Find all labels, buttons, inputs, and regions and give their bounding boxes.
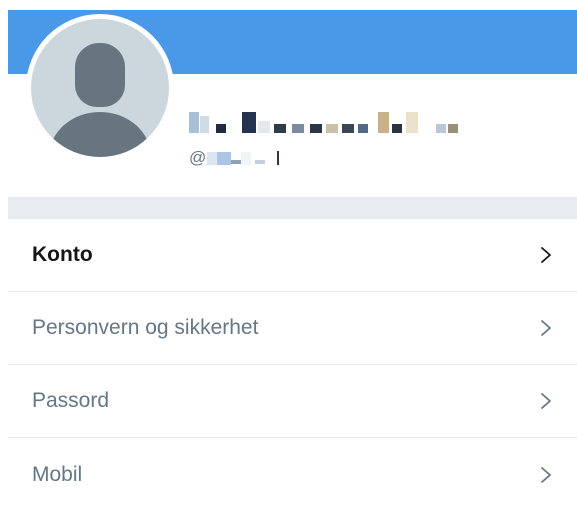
username-handle: @ bbox=[189, 146, 280, 170]
menu-item-personvern[interactable]: Personvern og sikkerhet bbox=[8, 292, 577, 365]
section-divider bbox=[8, 197, 577, 219]
chevron-right-icon bbox=[537, 464, 555, 486]
menu-item-passord[interactable]: Passord bbox=[8, 365, 577, 438]
settings-menu: Konto Personvern og sikkerhet Passord Mo… bbox=[8, 219, 577, 508]
settings-screen: @ Konto Personvern og sikkerhet Passord bbox=[0, 0, 577, 508]
menu-item-label: Konto bbox=[32, 243, 93, 266]
menu-item-konto[interactable]: Konto bbox=[8, 219, 577, 292]
avatar[interactable] bbox=[26, 14, 174, 162]
menu-item-label: Mobil bbox=[32, 462, 83, 486]
menu-item-mobil[interactable]: Mobil bbox=[8, 438, 577, 508]
menu-item-label: Passord bbox=[32, 389, 110, 412]
avatar-body-shape bbox=[49, 112, 151, 157]
default-avatar-icon bbox=[31, 19, 169, 157]
chevron-right-icon bbox=[537, 317, 555, 339]
chevron-right-icon bbox=[537, 390, 555, 412]
handle-prefix: @ bbox=[189, 148, 207, 167]
chevron-right-icon bbox=[537, 244, 555, 266]
avatar-head-shape bbox=[75, 43, 125, 107]
menu-item-label: Personvern og sikkerhet bbox=[32, 316, 259, 339]
display-name-obscured bbox=[189, 103, 458, 133]
